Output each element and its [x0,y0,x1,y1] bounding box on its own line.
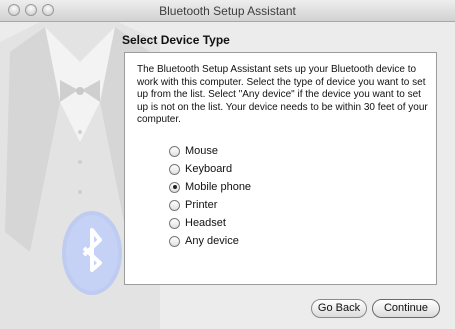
window-title: Bluetooth Setup Assistant [159,4,296,18]
radio-option-mobile-phone[interactable]: Mobile phone [169,178,251,196]
radio-button[interactable] [169,217,180,229]
radio-label: Mouse [185,145,219,157]
radio-option-keyboard[interactable]: Keyboard [169,160,251,178]
radio-label: Keyboard [185,163,233,175]
device-type-panel: The Bluetooth Setup Assistant sets up yo… [124,52,437,285]
radio-label: Printer [185,199,218,211]
radio-label: Any device [185,235,239,247]
radio-option-headset[interactable]: Headset [169,214,251,232]
radio-button[interactable] [169,145,180,157]
radio-button[interactable] [169,163,180,175]
radio-button[interactable] [169,235,180,247]
continue-button[interactable]: Continue [372,299,440,318]
radio-button[interactable] [169,199,180,211]
device-type-radio-group: Mouse Keyboard Mobile phone Printer Head… [169,142,251,250]
go-back-button[interactable]: Go Back [311,299,367,318]
title-bar[interactable]: Bluetooth Setup Assistant [0,0,455,22]
radio-option-printer[interactable]: Printer [169,196,251,214]
radio-option-any-device[interactable]: Any device [169,232,251,250]
setup-assistant-window: Bluetooth Setup Assistant Select Device … [0,0,455,329]
radio-label: Headset [185,217,226,229]
instructions-text: The Bluetooth Setup Assistant sets up yo… [137,64,428,125]
radio-option-mouse[interactable]: Mouse [169,142,251,160]
page-heading: Select Device Type [122,33,230,47]
radio-button-selected[interactable] [169,181,180,193]
radio-label: Mobile phone [185,181,252,193]
bluetooth-icon [62,211,122,295]
